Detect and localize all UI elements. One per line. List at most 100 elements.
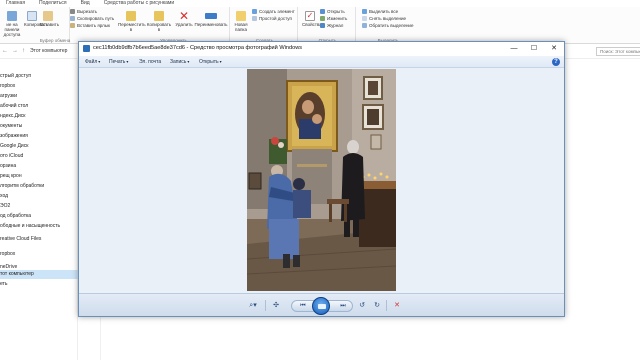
new-item-label: Создать элемент — [259, 9, 295, 14]
next-icon[interactable]: ⏭ — [336, 301, 350, 312]
nav-item[interactable]: тот компьютер — [0, 270, 78, 279]
menu-open[interactable]: Открыть▾ — [199, 56, 222, 68]
history-button[interactable]: Журнал — [320, 23, 343, 29]
menu-email-label: Эл. почта — [139, 59, 162, 65]
select-all-icon — [362, 9, 367, 14]
help-icon[interactable]: ? — [552, 58, 560, 66]
church-interior-photo[interactable] — [247, 69, 396, 291]
move-to-button[interactable]: Переместить в — [118, 11, 146, 32]
open-group: ✓ Свойства Открыть Изменить Журнал Откры… — [300, 7, 356, 44]
rename-button[interactable]: Переименовать — [194, 11, 228, 27]
actual-size-icon[interactable]: ✣ — [269, 300, 283, 311]
address-bar[interactable]: Этот компьютер — [30, 48, 67, 54]
rotate-left-icon[interactable]: ↺ — [356, 300, 368, 311]
slideshow-button[interactable] — [312, 297, 330, 315]
copy-icon — [27, 11, 37, 21]
chevron-down-icon: ▾ — [126, 59, 129, 64]
previous-icon[interactable]: ⏮ — [296, 301, 310, 312]
navigation-pane: стрый доступ ropbox агрузки абочий стол ндек… — [0, 60, 78, 360]
open-icon — [320, 9, 325, 14]
nav-arrows-icon[interactable]: ←→↑ — [2, 48, 29, 54]
ribbon-tabs: Главная Поделиться Вид Средства работы с… — [0, 0, 640, 7]
nav-item[interactable]: ropbox — [0, 250, 78, 259]
nav-item[interactable]: агрузки — [0, 92, 78, 101]
select-all-button[interactable]: Выделить все — [362, 9, 398, 15]
nav-item[interactable]: ЭО2 — [0, 202, 78, 211]
nav-item[interactable]: reative Cloud Files — [0, 235, 78, 244]
properties-button[interactable]: ✓ Свойства — [302, 11, 322, 27]
photo-viewer-window: cec11fb0db9dfb7b6eed5ae8de37cd6 - Средст… — [78, 41, 565, 317]
rotate-right-icon[interactable]: ↻ — [371, 300, 383, 311]
select-all-label: Выделить все — [369, 9, 399, 14]
menu-file[interactable]: Файл▾ — [85, 56, 100, 68]
paste-icon — [43, 11, 53, 21]
viewer-title-bar[interactable]: cec11fb0db9dfb7b6eed5ae8de37cd6 - Средст… — [79, 42, 564, 56]
scissors-icon — [70, 9, 75, 14]
new-item-icon — [252, 9, 257, 14]
nav-item[interactable]: окументы — [0, 122, 78, 131]
paste-button[interactable]: Вставить — [40, 11, 59, 27]
nav-item[interactable]: ободные и насыщенность — [0, 222, 78, 231]
minimize-button[interactable]: — — [504, 42, 524, 56]
nav-item[interactable]: ход — [0, 192, 78, 201]
cut-button[interactable]: Вырезать — [70, 9, 97, 15]
nav-item[interactable]: зображения — [0, 132, 78, 141]
nav-item[interactable]: Google Диск — [0, 142, 78, 151]
menu-print-label: Печать — [109, 59, 126, 65]
paste-shortcut-button[interactable]: Вставить ярлык — [70, 23, 110, 29]
nav-item[interactable]: лгоритм обработки — [0, 182, 78, 191]
ribbon-tab-share[interactable]: Поделиться — [39, 0, 67, 7]
slideshow-icon — [318, 304, 326, 309]
pin-icon — [7, 11, 17, 21]
search-input[interactable]: Поиск: Этот компьютер — [596, 47, 640, 56]
copy-folder-icon — [154, 11, 164, 21]
photo-viewer-app-icon — [83, 45, 90, 52]
nav-item[interactable]: абочий стол — [0, 102, 78, 111]
chevron-down-icon: ▾ — [219, 59, 222, 64]
nav-item[interactable]: ropbox — [0, 82, 78, 91]
copy-to-label: Копировать в — [146, 22, 172, 32]
new-folder-button[interactable]: Новая папка — [232, 11, 250, 32]
open-button[interactable]: Открыть — [320, 9, 345, 15]
ribbon: ие на панели доступа Копировать Вставить… — [0, 7, 640, 44]
open-label: Открыть — [327, 9, 345, 14]
viewer-toolbar: ⌕▾ ✣ ⏮ ⏭ ↺ ↻ ✕ — [79, 293, 564, 316]
invert-selection-button[interactable]: Обратить выделение — [362, 23, 413, 29]
chevron-down-icon: ▾ — [187, 59, 190, 64]
ribbon-tab-home[interactable]: Главная — [6, 0, 25, 7]
menu-file-label: Файл — [85, 59, 98, 65]
close-button[interactable]: ✕ — [544, 42, 564, 56]
edit-button[interactable]: Изменить — [320, 16, 347, 22]
create-group: Новая папка Создать элемент Простой дост… — [232, 7, 298, 44]
delete-button[interactable]: ✕ Удалить — [174, 10, 194, 27]
menu-email[interactable]: Эл. почта — [139, 56, 161, 68]
organize-group: Переместить в Копировать в ✕ Удалить Пер… — [118, 7, 230, 44]
ribbon-tab-picture-tools[interactable]: Средства работы с рисунками — [104, 0, 174, 7]
select-none-button[interactable]: Снять выделение — [362, 16, 406, 22]
zoom-icon[interactable]: ⌕▾ — [245, 300, 261, 311]
easy-access-button[interactable]: Простой доступ — [252, 16, 292, 22]
nav-item[interactable]: рещ крон — [0, 172, 78, 181]
menu-burn[interactable]: Запись▾ — [170, 56, 189, 68]
ribbon-tab-view[interactable]: Вид — [81, 0, 90, 7]
copy-button[interactable]: Копировать — [24, 11, 48, 27]
maximize-button[interactable]: ☐ — [524, 42, 544, 56]
rename-icon — [205, 13, 217, 19]
chevron-down-icon: ▾ — [98, 59, 101, 64]
pin-quick-access-button[interactable]: ие на панели доступа — [0, 11, 24, 37]
nav-item[interactable]: стрый доступ — [0, 72, 78, 81]
delete-icon[interactable]: ✕ — [390, 300, 404, 311]
nav-item[interactable]: од обработка — [0, 212, 78, 221]
photo-image — [247, 69, 396, 291]
nav-item[interactable]: ндекс.Диск — [0, 112, 78, 121]
copy-path-button[interactable]: Скопировать путь — [70, 16, 114, 22]
toolbar-separator — [265, 300, 266, 311]
nav-item[interactable]: ото iCloud — [0, 152, 78, 161]
nav-item[interactable]: орзина — [0, 162, 78, 171]
history-icon — [320, 23, 325, 28]
menu-print[interactable]: Печать▾ — [109, 56, 128, 68]
nav-item[interactable]: еть — [0, 280, 78, 289]
edit-icon — [320, 16, 325, 21]
new-item-button[interactable]: Создать элемент — [252, 9, 295, 15]
copy-to-button[interactable]: Копировать в — [146, 11, 172, 32]
